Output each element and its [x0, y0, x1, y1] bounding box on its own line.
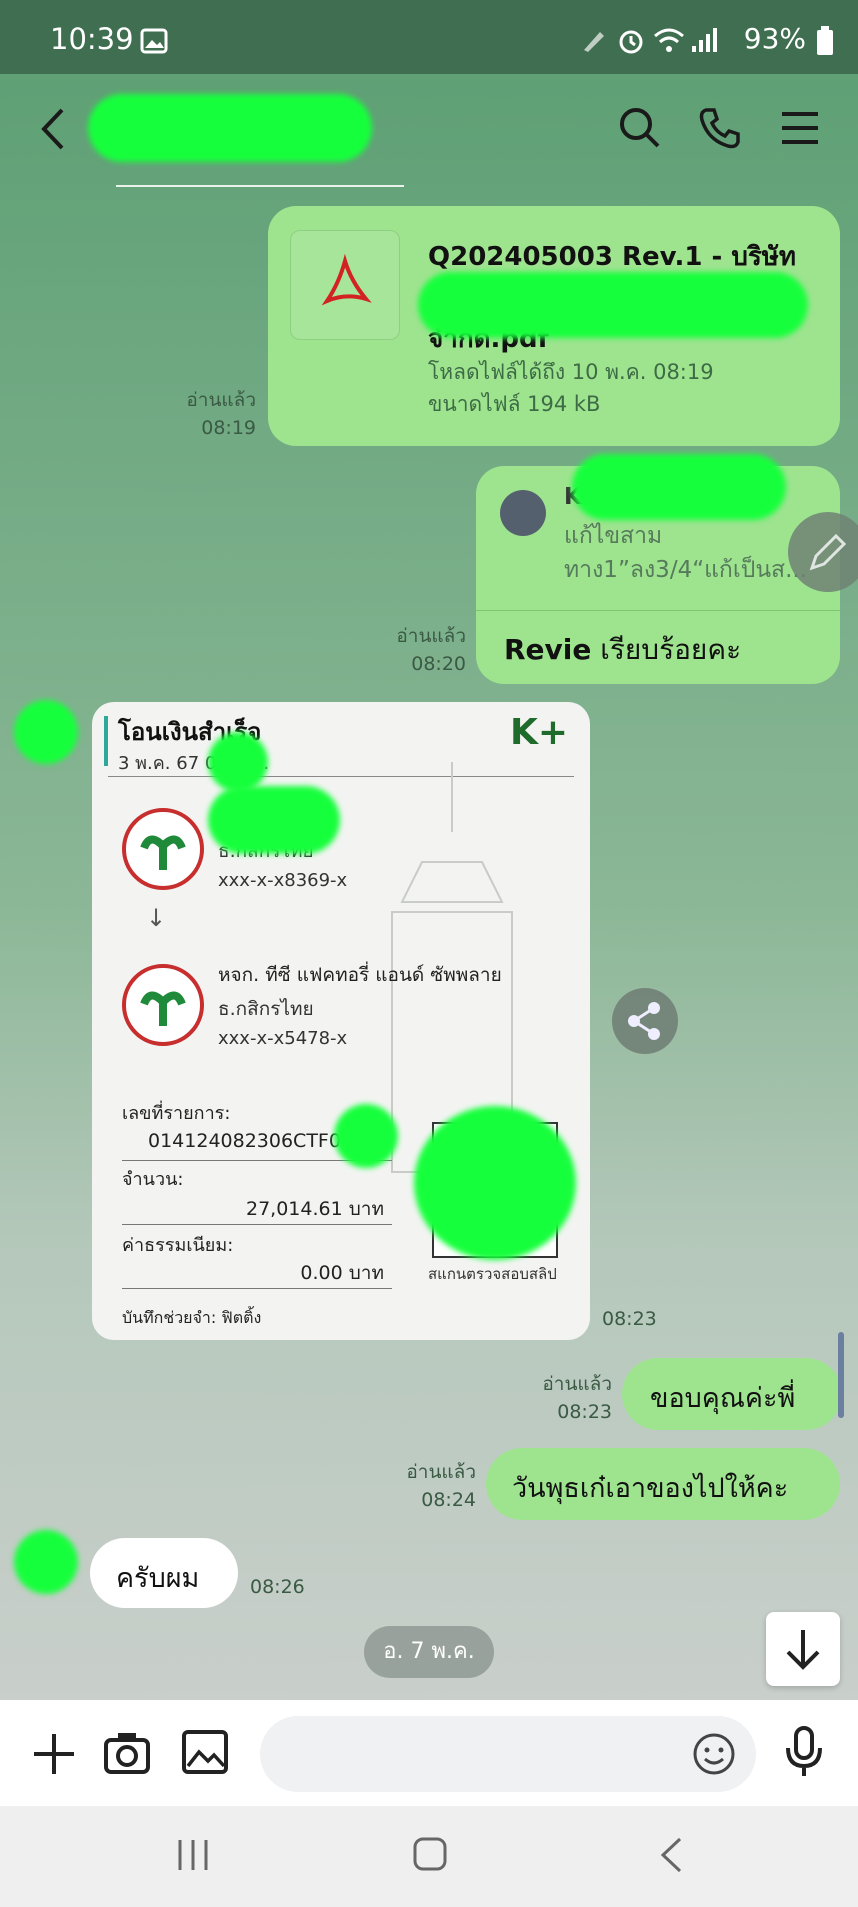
slip-line: [122, 1224, 392, 1225]
qr-caption: สแกนตรวจสอบสลิป: [428, 1265, 557, 1283]
system-nav-bar: [0, 1806, 858, 1907]
menu-icon: [782, 112, 818, 144]
message-time: 08:26: [250, 1576, 305, 1598]
camera-icon: [104, 1733, 150, 1774]
kplus-logo: K+: [510, 712, 569, 753]
recents-icon: [178, 1840, 208, 1870]
emoji-button[interactable]: [692, 1732, 736, 1776]
reply-text: Revie เรียบร้อยคะ: [504, 633, 742, 666]
edit-icon: [809, 533, 847, 571]
file-title: Q202405003 Rev.1 - บริษัท: [428, 242, 797, 272]
message-bubble[interactable]: วันพุธเก๋เอาของไปให้คะ: [486, 1448, 840, 1520]
reply-divider: [476, 610, 840, 611]
battery-icon: [816, 26, 834, 56]
transfer-arrow: ↓: [146, 904, 167, 932]
read-receipt: อ่านแล้ว 08:19: [186, 389, 256, 439]
gallery-button[interactable]: [182, 1730, 228, 1774]
amount-value: 27,014.61 บาท: [246, 1198, 384, 1220]
read-receipt: อ่านแล้ว 08:24: [406, 1461, 476, 1511]
composer-bar: [0, 1700, 858, 1806]
back-icon: [41, 108, 64, 150]
menu-button[interactable]: [780, 110, 820, 146]
sender-avatar[interactable]: [14, 700, 78, 764]
voice-button[interactable]: [784, 1726, 824, 1778]
plus-icon: [34, 1734, 74, 1774]
sender-avatar[interactable]: [14, 1530, 78, 1594]
pen-status-icon: [580, 26, 608, 54]
divider: [116, 185, 404, 187]
contact-name-redacted: [88, 94, 372, 162]
image-icon: [182, 1730, 228, 1774]
kbank-logo-from: [122, 808, 204, 890]
status-time: 10:39: [50, 22, 134, 56]
wifi-icon: [652, 26, 686, 54]
amount-label: จำนวน:: [122, 1169, 184, 1190]
read-receipt: อ่านแล้ว 08:20: [396, 625, 466, 675]
read-receipt: อ่านแล้ว 08:23: [542, 1373, 612, 1423]
nav-back-icon: [660, 1837, 682, 1873]
message-bubble[interactable]: ขอบคุณค่ะพี่: [622, 1358, 842, 1430]
share-icon: [628, 1002, 660, 1040]
transfer-slip-image[interactable]: โอนเงินสำเร็จ 3 พ.ค. 67 08:1 น. K+ ธ.กสิ…: [92, 702, 590, 1340]
incoming-message-bubble[interactable]: ครับผม: [90, 1538, 238, 1608]
edit-button[interactable]: [788, 512, 858, 592]
file-expiry: โหลดไฟล์ได้ถึง 10 พ.ค. 08:19: [428, 360, 714, 384]
fee-label: ค่าธรรมเนียม:: [122, 1235, 234, 1256]
slip-accent-bar: [104, 716, 108, 766]
add-button[interactable]: [32, 1732, 76, 1776]
ref-redacted: [334, 1104, 398, 1168]
pdf-icon: [290, 230, 400, 340]
quoted-avatar: [500, 490, 546, 536]
quoted-line-2: ทาง1”ลง3/4“แก้เป็นส...: [564, 557, 808, 583]
kbank-logo-to: [122, 964, 204, 1046]
message-text: วันพุธเก๋เอาของไปให้คะ: [512, 1473, 789, 1504]
quoted-sender-redacted: [572, 454, 786, 520]
quoted-line-1: แก้ไขสาม: [564, 523, 663, 549]
sender-redacted-2: [208, 786, 340, 854]
phone-icon: [699, 108, 740, 149]
search-icon: [620, 108, 660, 148]
fee-value: 0.00 บาท: [300, 1262, 384, 1284]
share-button[interactable]: [612, 988, 678, 1054]
recipient-bank: ธ.กสิกรไทย: [218, 998, 314, 1020]
from-account: xxx-x-x8369-x: [218, 870, 348, 891]
gallery-notification-icon: [140, 28, 168, 54]
date-chip: อ. 7 พ.ค.: [364, 1626, 494, 1678]
alarm-icon: [616, 26, 646, 56]
recipient-account: xxx-x-x5478-x: [218, 1028, 348, 1049]
status-bar: 10:39 93%: [0, 0, 858, 74]
back-button[interactable]: [38, 104, 68, 154]
call-button[interactable]: [698, 106, 742, 150]
file-message-bubble[interactable]: Q202405003 Rev.1 - บริษัท จำกัด.pdf โหลด…: [268, 206, 840, 446]
camera-button[interactable]: [104, 1730, 150, 1774]
message-text: ขอบคุณค่ะพี่: [650, 1383, 796, 1414]
reply-message-bubble[interactable]: K แก้ไขสาม ทาง1”ลง3/4“แก้เป็นส... Revie …: [476, 454, 840, 684]
home-button[interactable]: [412, 1836, 448, 1872]
scrollbar-thumb[interactable]: [838, 1332, 844, 1418]
chat-header: [0, 74, 858, 184]
scroll-to-bottom-button[interactable]: [766, 1612, 840, 1686]
nav-back-button[interactable]: [658, 1836, 684, 1874]
ref-label: เลขที่รายการ:: [122, 1103, 231, 1124]
sender-redacted-1: [208, 732, 268, 792]
scroll-down-icon: [786, 1630, 820, 1670]
emoji-icon: [693, 1733, 735, 1775]
file-name-redacted: [418, 272, 808, 338]
file-size: ขนาดไฟล์ 194 kB: [428, 392, 601, 416]
message-input[interactable]: [260, 1716, 756, 1792]
message-text: ครับผม: [116, 1563, 200, 1594]
battery-percent: 93%: [743, 22, 806, 55]
slip-line: [122, 1288, 392, 1289]
mic-icon: [786, 1726, 822, 1776]
search-button[interactable]: [618, 106, 662, 150]
slip-memo: บันทึกช่วยจำ: ฟิตติ้ง: [122, 1308, 262, 1327]
qr-redacted: [414, 1106, 576, 1260]
message-time: 08:23: [602, 1308, 657, 1330]
ref-value: 014124082306CTF0: [148, 1130, 341, 1152]
home-icon: [413, 1837, 447, 1871]
recents-button[interactable]: [176, 1838, 210, 1872]
signal-icon: [690, 26, 720, 54]
recipient-name: หจก. ทีซี แฟคทอรี่ แอนด์ ซัพพลาย: [218, 964, 502, 986]
